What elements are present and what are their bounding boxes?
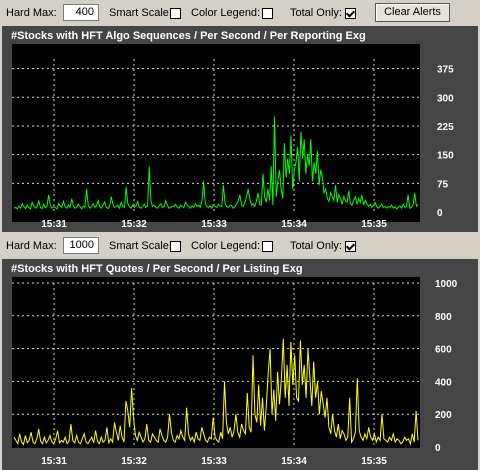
controls-bar-1: Hard Max: 400 Smart Scale: Color Legend:… <box>0 0 480 26</box>
color-legend-checkbox[interactable] <box>262 8 273 19</box>
y-tick-label: 300 <box>437 93 454 104</box>
chart-panel-quotes: 1000 800 600 400 200 0 15:31 15:32 15:33 15:34 15… <box>2 259 478 470</box>
hard-max-input[interactable]: 400 <box>63 4 99 21</box>
x-tick-label: 15:31 <box>41 219 67 230</box>
quotes-chart: 1000 800 600 400 200 0 15:31 15:32 15:33 15:34 15… <box>12 277 458 467</box>
x-tick-label: 15:34 <box>281 219 307 230</box>
x-tick-label: 15:35 <box>361 456 387 467</box>
y-tick-label: 400 <box>435 377 452 388</box>
y-tick-label: 150 <box>437 151 454 162</box>
x-tick-label: 15:33 <box>201 456 227 467</box>
y-tick-label: 75 <box>437 179 449 190</box>
smart-scale-checkbox[interactable] <box>170 241 181 252</box>
hft-monitor-window: Hard Max: 400 Smart Scale: Color Legend:… <box>0 0 480 470</box>
chart-title-quotes: #Stocks with HFT Quotes / Per Second / P… <box>11 263 303 275</box>
x-tick-label: 15:33 <box>201 219 227 230</box>
plot-area <box>12 44 420 222</box>
y-tick-label: 200 <box>435 410 452 421</box>
y-tick-label: 1000 <box>435 279 458 290</box>
x-tick-label: 15:32 <box>121 219 147 230</box>
total-only-checkbox[interactable] <box>345 8 356 19</box>
color-legend-label: Color Legend: <box>191 240 261 252</box>
y-tick-label: 225 <box>437 122 454 133</box>
y-tick-label: 800 <box>435 312 452 323</box>
x-tick-label: 15:35 <box>361 219 387 230</box>
y-tick-label: 600 <box>435 345 452 356</box>
algo-sequences-chart: 375 300 225 150 75 0 15:31 15:32 15:33 15:34 15:3… <box>12 44 454 230</box>
y-tick-label: 375 <box>437 65 454 76</box>
smart-scale-checkbox[interactable] <box>170 8 181 19</box>
total-only-label: Total Only: <box>290 7 342 19</box>
color-legend-label: Color Legend: <box>191 7 261 19</box>
hard-max-input[interactable]: 1000 <box>63 237 99 254</box>
total-only-checkbox[interactable] <box>345 241 356 252</box>
controls-bar-2: Hard Max: 1000 Smart Scale: Color Legend… <box>0 233 480 259</box>
color-legend-checkbox[interactable] <box>262 241 273 252</box>
x-tick-label: 15:32 <box>121 456 147 467</box>
x-tick-label: 15:34 <box>281 456 307 467</box>
y-tick-label: 0 <box>437 208 443 219</box>
y-tick-label: 0 <box>435 443 441 454</box>
chart-title-algo-sequences: #Stocks with HFT Algo Sequences / Per Se… <box>11 30 366 42</box>
total-only-label: Total Only: <box>290 240 342 252</box>
chart-panel-algo-sequences: 375 300 225 150 75 0 15:31 15:32 15:33 15:34 15:3… <box>2 26 478 232</box>
smart-scale-label: Smart Scale: <box>109 7 172 19</box>
hard-max-label: Hard Max: <box>6 7 57 19</box>
x-tick-label: 15:31 <box>41 456 67 467</box>
smart-scale-label: Smart Scale: <box>109 240 172 252</box>
clear-alerts-button[interactable]: Clear Alerts <box>375 3 450 22</box>
hard-max-label: Hard Max: <box>6 240 57 252</box>
